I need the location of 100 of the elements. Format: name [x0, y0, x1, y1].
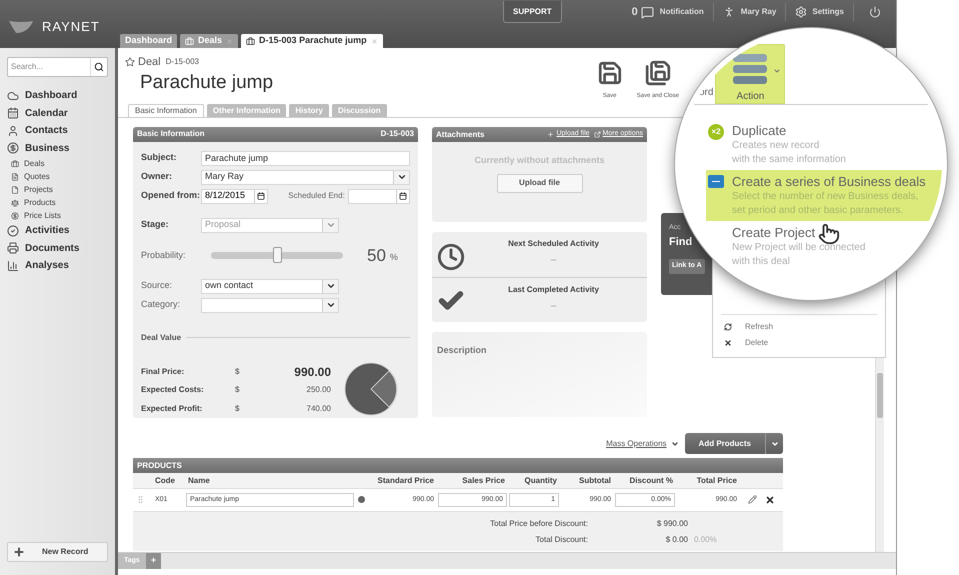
arrow-icon: [594, 131, 601, 138]
favorite-star-icon[interactable]: [125, 57, 135, 68]
field-label: Opened from:: [141, 189, 201, 202]
logo-icon: [8, 19, 34, 35]
panel-title: Attachments: [436, 128, 484, 140]
pie-chart-drawing: [344, 362, 398, 416]
products-header: PRODUCTS: [133, 458, 783, 473]
add-products-button[interactable]: Add Products: [684, 433, 783, 454]
date-field[interactable]: 8/12/2015: [201, 188, 268, 204]
notification-count: 0: [632, 4, 638, 20]
briefcase-icon: [246, 36, 256, 46]
nav-item[interactable]: Business: [7, 140, 108, 157]
nav-item[interactable]: Analyses: [7, 257, 108, 274]
settings-icon[interactable]: [795, 6, 808, 18]
field-label: Scheduled End:: [288, 190, 346, 202]
user-link[interactable]: Mary Ray: [740, 6, 776, 18]
nav-item[interactable]: Contacts: [7, 122, 108, 140]
menu-item[interactable]: Refresh: [721, 321, 877, 333]
nav-item[interactable]: Activities: [7, 222, 108, 240]
value-label: Final Price:: [141, 366, 186, 378]
drag-handle-icon[interactable]: [136, 495, 145, 504]
nav-subitem[interactable]: Deals: [7, 157, 108, 170]
dollar-icon: [7, 142, 19, 154]
nav-subitem[interactable]: Projects: [7, 183, 108, 196]
scale-icon: [11, 198, 19, 206]
caret-icon[interactable]: [670, 440, 679, 448]
value-label: Expected Profit:: [141, 402, 204, 415]
settings-link[interactable]: Settings: [812, 6, 844, 18]
column-header: Total Price: [696, 474, 738, 486]
field-label: Subject:: [141, 151, 178, 164]
record-tab[interactable]: Basic Information: [128, 104, 204, 117]
value-label: Expected Costs:: [141, 384, 205, 396]
edit-icon[interactable]: [748, 495, 757, 504]
column-header: Standard Price: [376, 474, 435, 486]
column-header: Quantity: [524, 474, 558, 486]
summary-value: $ 0.00: [664, 534, 688, 546]
field-label: Source:: [141, 279, 174, 292]
power-icon[interactable]: [868, 6, 881, 18]
field-label: Probability:: [141, 248, 187, 262]
nav-subitem[interactable]: Products: [7, 196, 108, 209]
menu-item[interactable]: Delete: [721, 337, 877, 349]
column-header: Name: [187, 474, 211, 486]
scrollbar-thumb[interactable]: [877, 373, 883, 418]
nav-subitem[interactable]: Quotes: [7, 170, 108, 183]
calendar-icon: [7, 107, 19, 120]
section-title: Deal Value: [141, 332, 182, 344]
activity-title: Next Scheduled Activity: [508, 238, 599, 250]
briefcase-icon: [11, 160, 19, 168]
select-field[interactable]: Mary Ray: [201, 170, 410, 184]
percent-sign: %: [390, 250, 398, 264]
action-button[interactable]: Action: [715, 44, 786, 104]
column-header: Sales Price: [461, 474, 506, 486]
calendar-icon[interactable]: [396, 190, 409, 202]
card-title: Find: [669, 234, 692, 250]
summary-label: Total Discount:: [534, 534, 588, 546]
subject-field[interactable]: Parachute jump: [201, 150, 410, 166]
summary-label: Total Price before Discount:: [489, 518, 588, 530]
select-field[interactable]: [201, 298, 339, 312]
new-record-button[interactable]: New Record: [7, 542, 108, 562]
currency-sign: $: [235, 384, 240, 396]
mass-operations-link[interactable]: Mass Operations: [606, 438, 667, 450]
floppy-disks-icon: [644, 60, 671, 86]
tab[interactable]: D-15-003 Parachute jump: [241, 34, 383, 48]
chat-icon[interactable]: [640, 6, 654, 18]
select-field[interactable]: own contact: [201, 278, 339, 294]
cloud-icon: [7, 90, 19, 102]
slider-handle[interactable]: [273, 247, 282, 263]
nav-item[interactable]: Documents: [7, 240, 108, 257]
refresh-icon: [724, 323, 732, 331]
delete-icon[interactable]: [765, 494, 775, 505]
notification-link[interactable]: Notification: [660, 6, 704, 18]
field-label: Stage:: [141, 218, 170, 232]
column-header: Subtotal: [578, 474, 612, 486]
support-button[interactable]: SUPPORT: [503, 1, 562, 23]
logo-text: RAYNET: [42, 18, 100, 36]
field-label: Owner:: [141, 170, 174, 184]
search-field[interactable]: Search...: [7, 57, 108, 77]
date-field[interactable]: [348, 188, 410, 204]
column-header: Code: [154, 474, 176, 486]
briefcase-icon: [708, 175, 724, 188]
printer-icon: [7, 242, 19, 254]
record-type: Deal: [138, 55, 161, 70]
panel-code: D-15-003: [380, 128, 414, 140]
caret-icon[interactable]: [770, 440, 778, 448]
nav-item[interactable]: Dashboard: [7, 87, 108, 104]
duplicate-icon: ×2: [708, 124, 724, 140]
action-menu-item[interactable]: ×2 Duplicate Creates new record with the same information: [706, 119, 942, 170]
activity-value: –: [550, 253, 557, 268]
nav-item[interactable]: Calendar: [7, 104, 108, 122]
check-circle-icon: [7, 224, 19, 237]
nav-subitem[interactable]: Price Lists: [7, 209, 108, 222]
value-amount: 990.00: [293, 364, 331, 381]
summary-percent: 0.00%: [694, 534, 717, 546]
calendar-icon[interactable]: [254, 190, 268, 202]
briefcase-icon: [185, 36, 194, 46]
currency-sign: $: [235, 402, 240, 415]
upload-file-button[interactable]: Upload file: [496, 174, 582, 192]
record-title: Parachute jump: [140, 70, 274, 94]
probability-value: 50: [367, 244, 386, 267]
person-icon: [7, 124, 19, 137]
